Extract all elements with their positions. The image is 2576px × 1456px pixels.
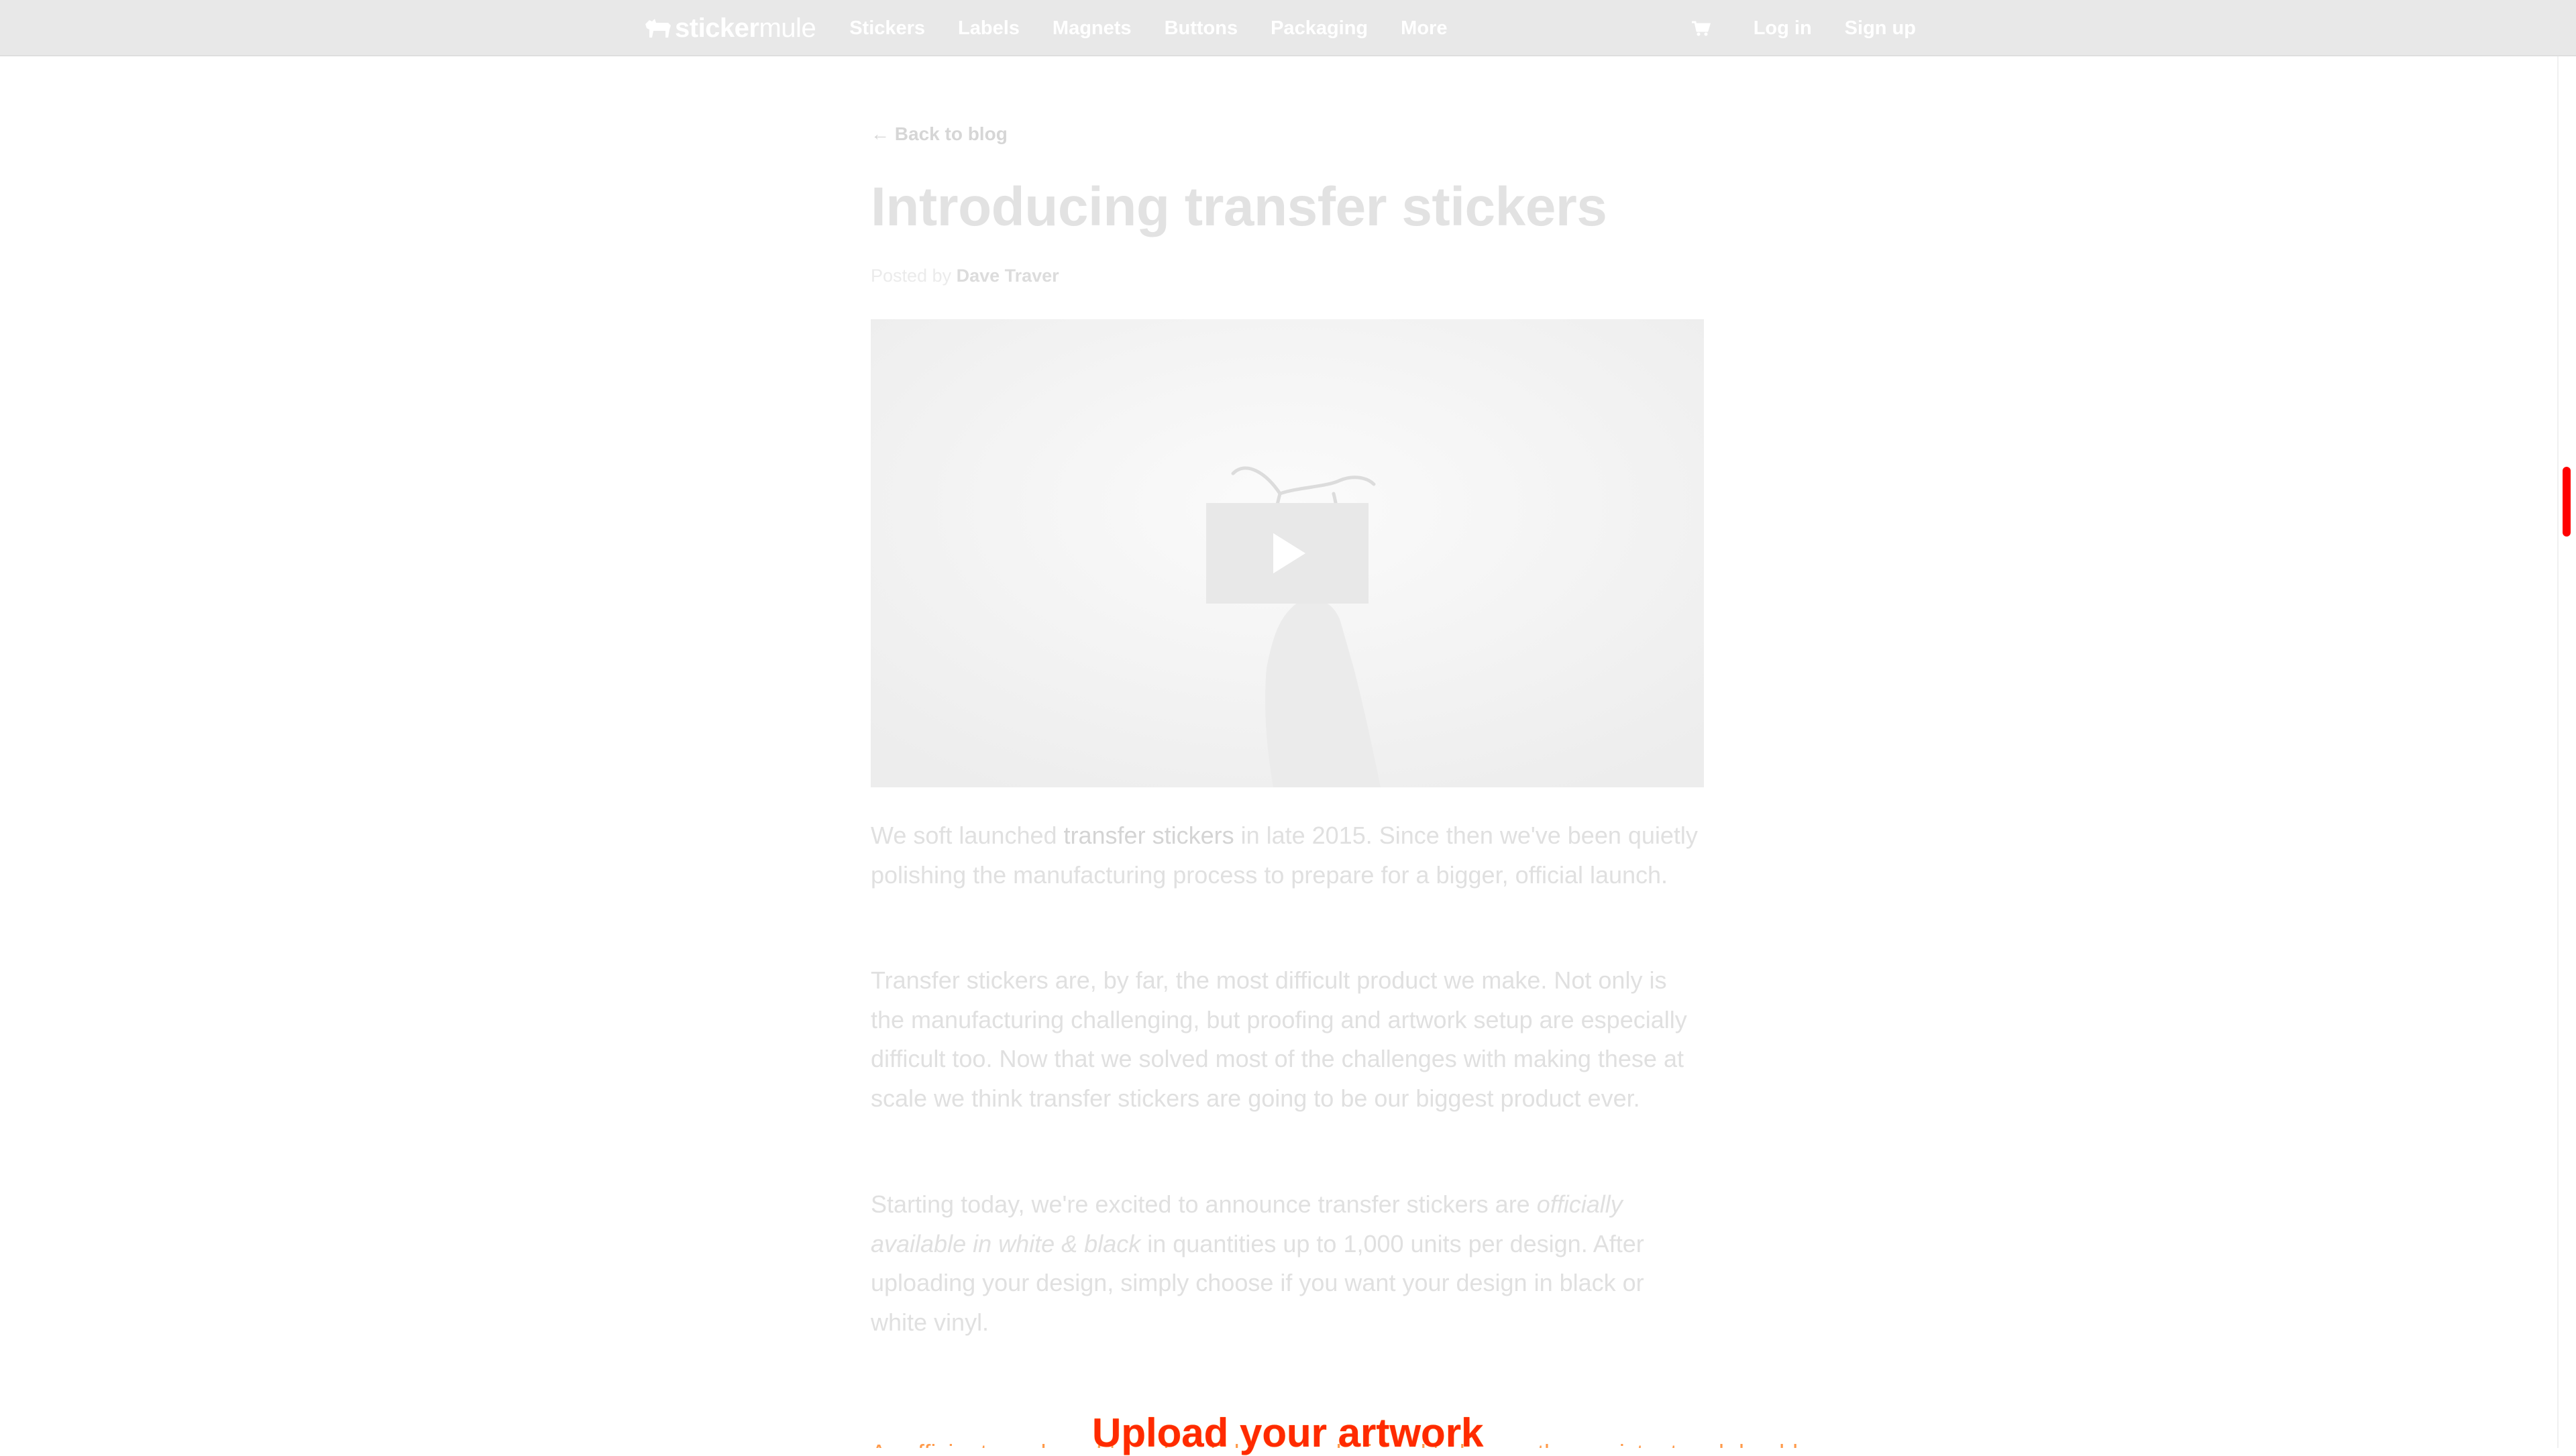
- author-link[interactable]: Dave Traver: [957, 266, 1059, 286]
- signup-link[interactable]: Sign up: [1845, 17, 1916, 40]
- cart-icon[interactable]: [1690, 18, 1711, 38]
- scrollbar-thumb[interactable]: [2563, 467, 2571, 537]
- p3-text-before: Starting today, we're excited to announc…: [871, 1190, 1537, 1218]
- back-to-blog-link[interactable]: ← Back to blog: [871, 123, 1008, 145]
- logo-text-mule: mule: [759, 13, 816, 43]
- nav-item-magnets[interactable]: Magnets: [1053, 17, 1132, 40]
- article-title: Introducing transfer stickers: [871, 176, 1607, 237]
- nav-item-labels[interactable]: Labels: [958, 17, 1020, 40]
- logo-text-sticker: sticker: [675, 13, 759, 43]
- scrollbar-track[interactable]: [2557, 56, 2576, 1448]
- nav-item-more[interactable]: More: [1401, 17, 1447, 40]
- article-paragraph-2: Transfer stickers are, by far, the most …: [871, 966, 1687, 1112]
- article-paragraph-3: Starting today, we're excited to announc…: [871, 1185, 1704, 1342]
- byline-prefix: Posted by: [871, 266, 957, 286]
- nav-item-stickers[interactable]: Stickers: [849, 17, 925, 40]
- mule-icon: [645, 19, 671, 38]
- transfer-stickers-link[interactable]: transfer stickers: [1064, 822, 1234, 849]
- nav-item-packaging[interactable]: Packaging: [1271, 17, 1368, 40]
- article-paragraph-1: We soft launched transfer stickers in la…: [871, 816, 1704, 895]
- play-button[interactable]: [1206, 503, 1368, 604]
- p1-text-before: We soft launched: [871, 822, 1064, 849]
- play-icon: [1273, 533, 1305, 573]
- top-navigation-bar: sticker mule Stickers Labels Magnets Butt…: [0, 0, 2576, 56]
- account-nav: Log in Sign up: [1690, 17, 1916, 40]
- byline: Posted by Dave Traver: [871, 266, 1059, 286]
- upload-artwork-button[interactable]: Upload your artwork: [1092, 1410, 1483, 1456]
- login-link[interactable]: Log in: [1754, 17, 1812, 40]
- stickermule-logo[interactable]: sticker mule: [643, 0, 816, 56]
- primary-nav: Stickers Labels Magnets Buttons Packagin…: [849, 17, 1480, 40]
- video-player[interactable]: [871, 319, 1704, 787]
- nav-inner: sticker mule Stickers Labels Magnets Butt…: [643, 0, 1916, 56]
- nav-item-buttons[interactable]: Buttons: [1165, 17, 1238, 40]
